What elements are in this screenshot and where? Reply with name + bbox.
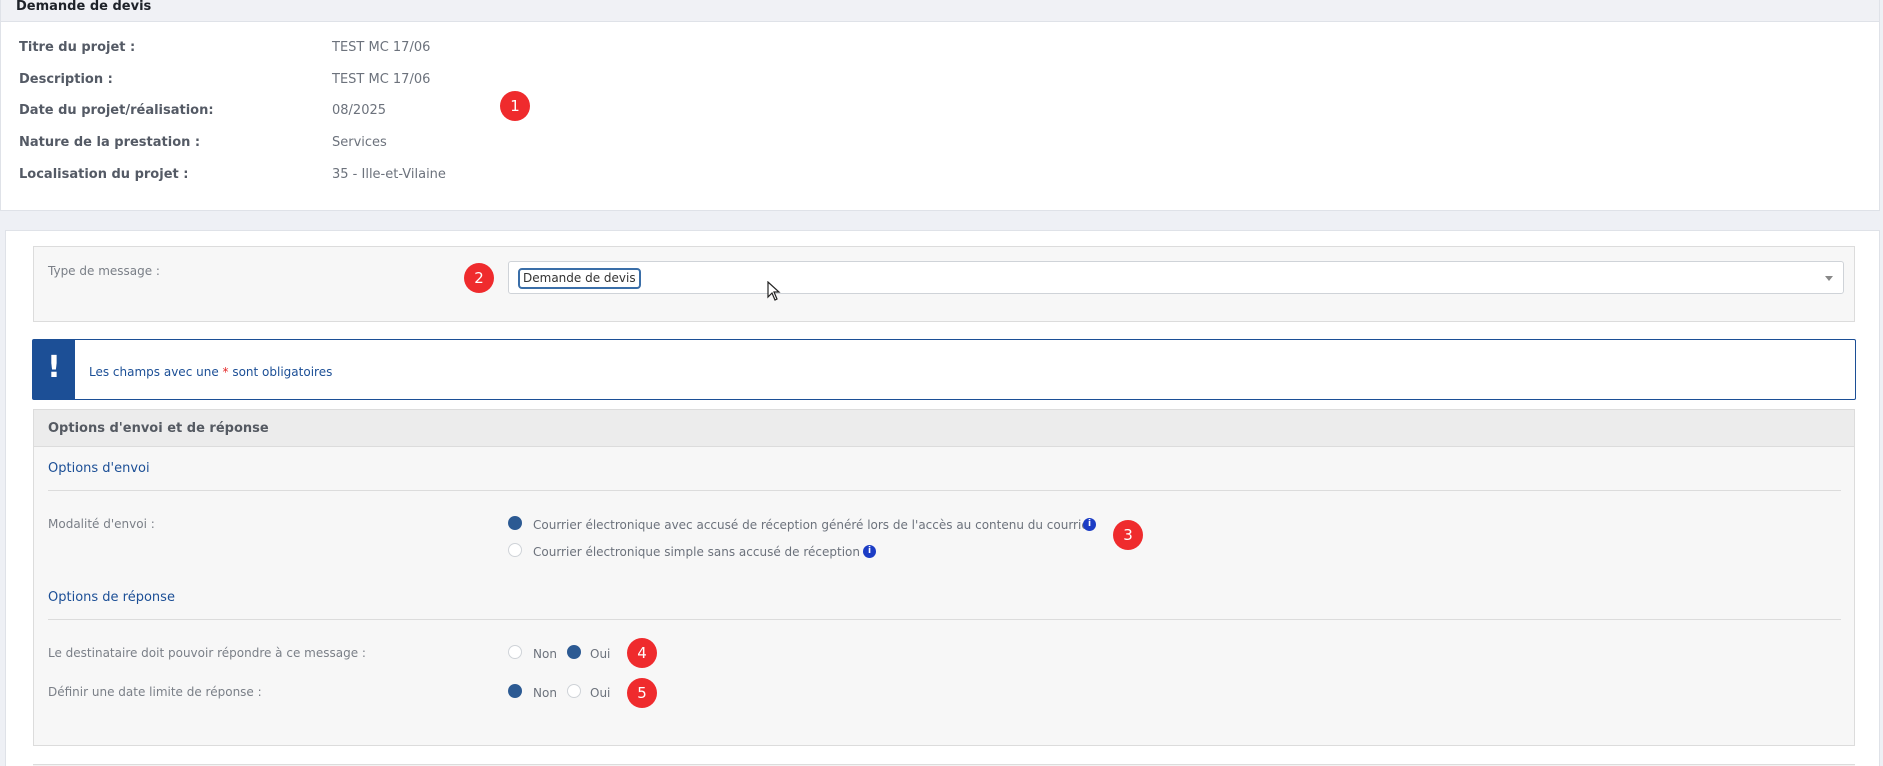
info-label: Date du projet/réalisation: [19, 103, 214, 118]
required-fields-alert: ! Les champs avec une * sont obligatoire… [32, 339, 1856, 400]
panel-header: Demande de devis [1, 0, 1879, 22]
can-reply-option-label: Oui [590, 647, 611, 661]
message-type-label: Type de message : [48, 264, 160, 278]
info-value: TEST MC 17/06 [332, 40, 431, 55]
annotation-badge-2: 2 [464, 263, 494, 293]
send-options-title: Options d'envoi [48, 461, 150, 476]
info-icon[interactable]: i [863, 545, 876, 558]
divider [48, 490, 1841, 491]
send-reply-options-section: Options d'envoi et de réponse Options d'… [33, 409, 1855, 746]
annotation-badge-1: 1 [500, 91, 530, 121]
message-type-section: Type de message : 2 Demande de devis [33, 246, 1855, 322]
info-label: Nature de la prestation : [19, 135, 201, 150]
mouse-cursor-icon [767, 281, 781, 301]
send-mode-radio-simple[interactable] [508, 543, 522, 557]
info-value: Services [332, 135, 387, 150]
info-value: TEST MC 17/06 [332, 72, 431, 87]
annotation-badge-4: 4 [627, 638, 657, 668]
send-mode-label: Modalité d'envoi : [48, 517, 155, 531]
info-icon[interactable]: i [1083, 518, 1096, 531]
can-reply-option-label: Non [533, 647, 557, 661]
project-summary-panel: Demande de devis Titre du projet : TEST … [0, 0, 1880, 211]
alert-text-after: sont obligatoires [228, 365, 333, 379]
alert-text-before: Les champs avec une [89, 365, 223, 379]
info-value: 08/2025 [332, 103, 387, 118]
annotation-badge-3: 3 [1113, 520, 1143, 550]
deadline-radio-yes[interactable] [567, 684, 581, 698]
send-mode-option-label: Courrier électronique simple sans accusé… [533, 545, 860, 559]
can-reply-label: Le destinataire doit pouvoir répondre à … [48, 646, 366, 660]
can-reply-radio-yes[interactable] [567, 645, 581, 659]
send-mode-option-label: Courrier électronique avec accusé de réc… [533, 518, 1094, 532]
chevron-down-icon [1825, 276, 1833, 281]
deadline-option-label: Non [533, 686, 557, 700]
info-label: Localisation du projet : [19, 167, 189, 182]
deadline-label: Définir une date limite de réponse : [48, 685, 262, 699]
deadline-radio-no[interactable] [508, 684, 522, 698]
options-header: Options d'envoi et de réponse [34, 410, 1854, 447]
reply-options-title: Options de réponse [48, 590, 175, 605]
message-type-selected-value: Demande de devis [518, 268, 641, 289]
info-label: Titre du projet : [19, 40, 136, 55]
send-mode-radio-with-receipt[interactable] [508, 516, 522, 530]
annotation-badge-5: 5 [627, 678, 657, 708]
info-value: 35 - Ille-et-Vilaine [332, 167, 446, 182]
panel-title: Demande de devis [16, 0, 152, 14]
message-form-panel: Type de message : 2 Demande de devis ! L… [5, 230, 1880, 766]
alert-message: Les champs avec une * sont obligatoires [89, 365, 332, 379]
info-label: Description : [19, 72, 113, 87]
can-reply-radio-no[interactable] [508, 645, 522, 659]
message-type-select[interactable]: Demande de devis [508, 261, 1844, 294]
divider [48, 619, 1841, 620]
deadline-option-label: Oui [590, 686, 611, 700]
exclamation-icon: ! [33, 340, 75, 399]
